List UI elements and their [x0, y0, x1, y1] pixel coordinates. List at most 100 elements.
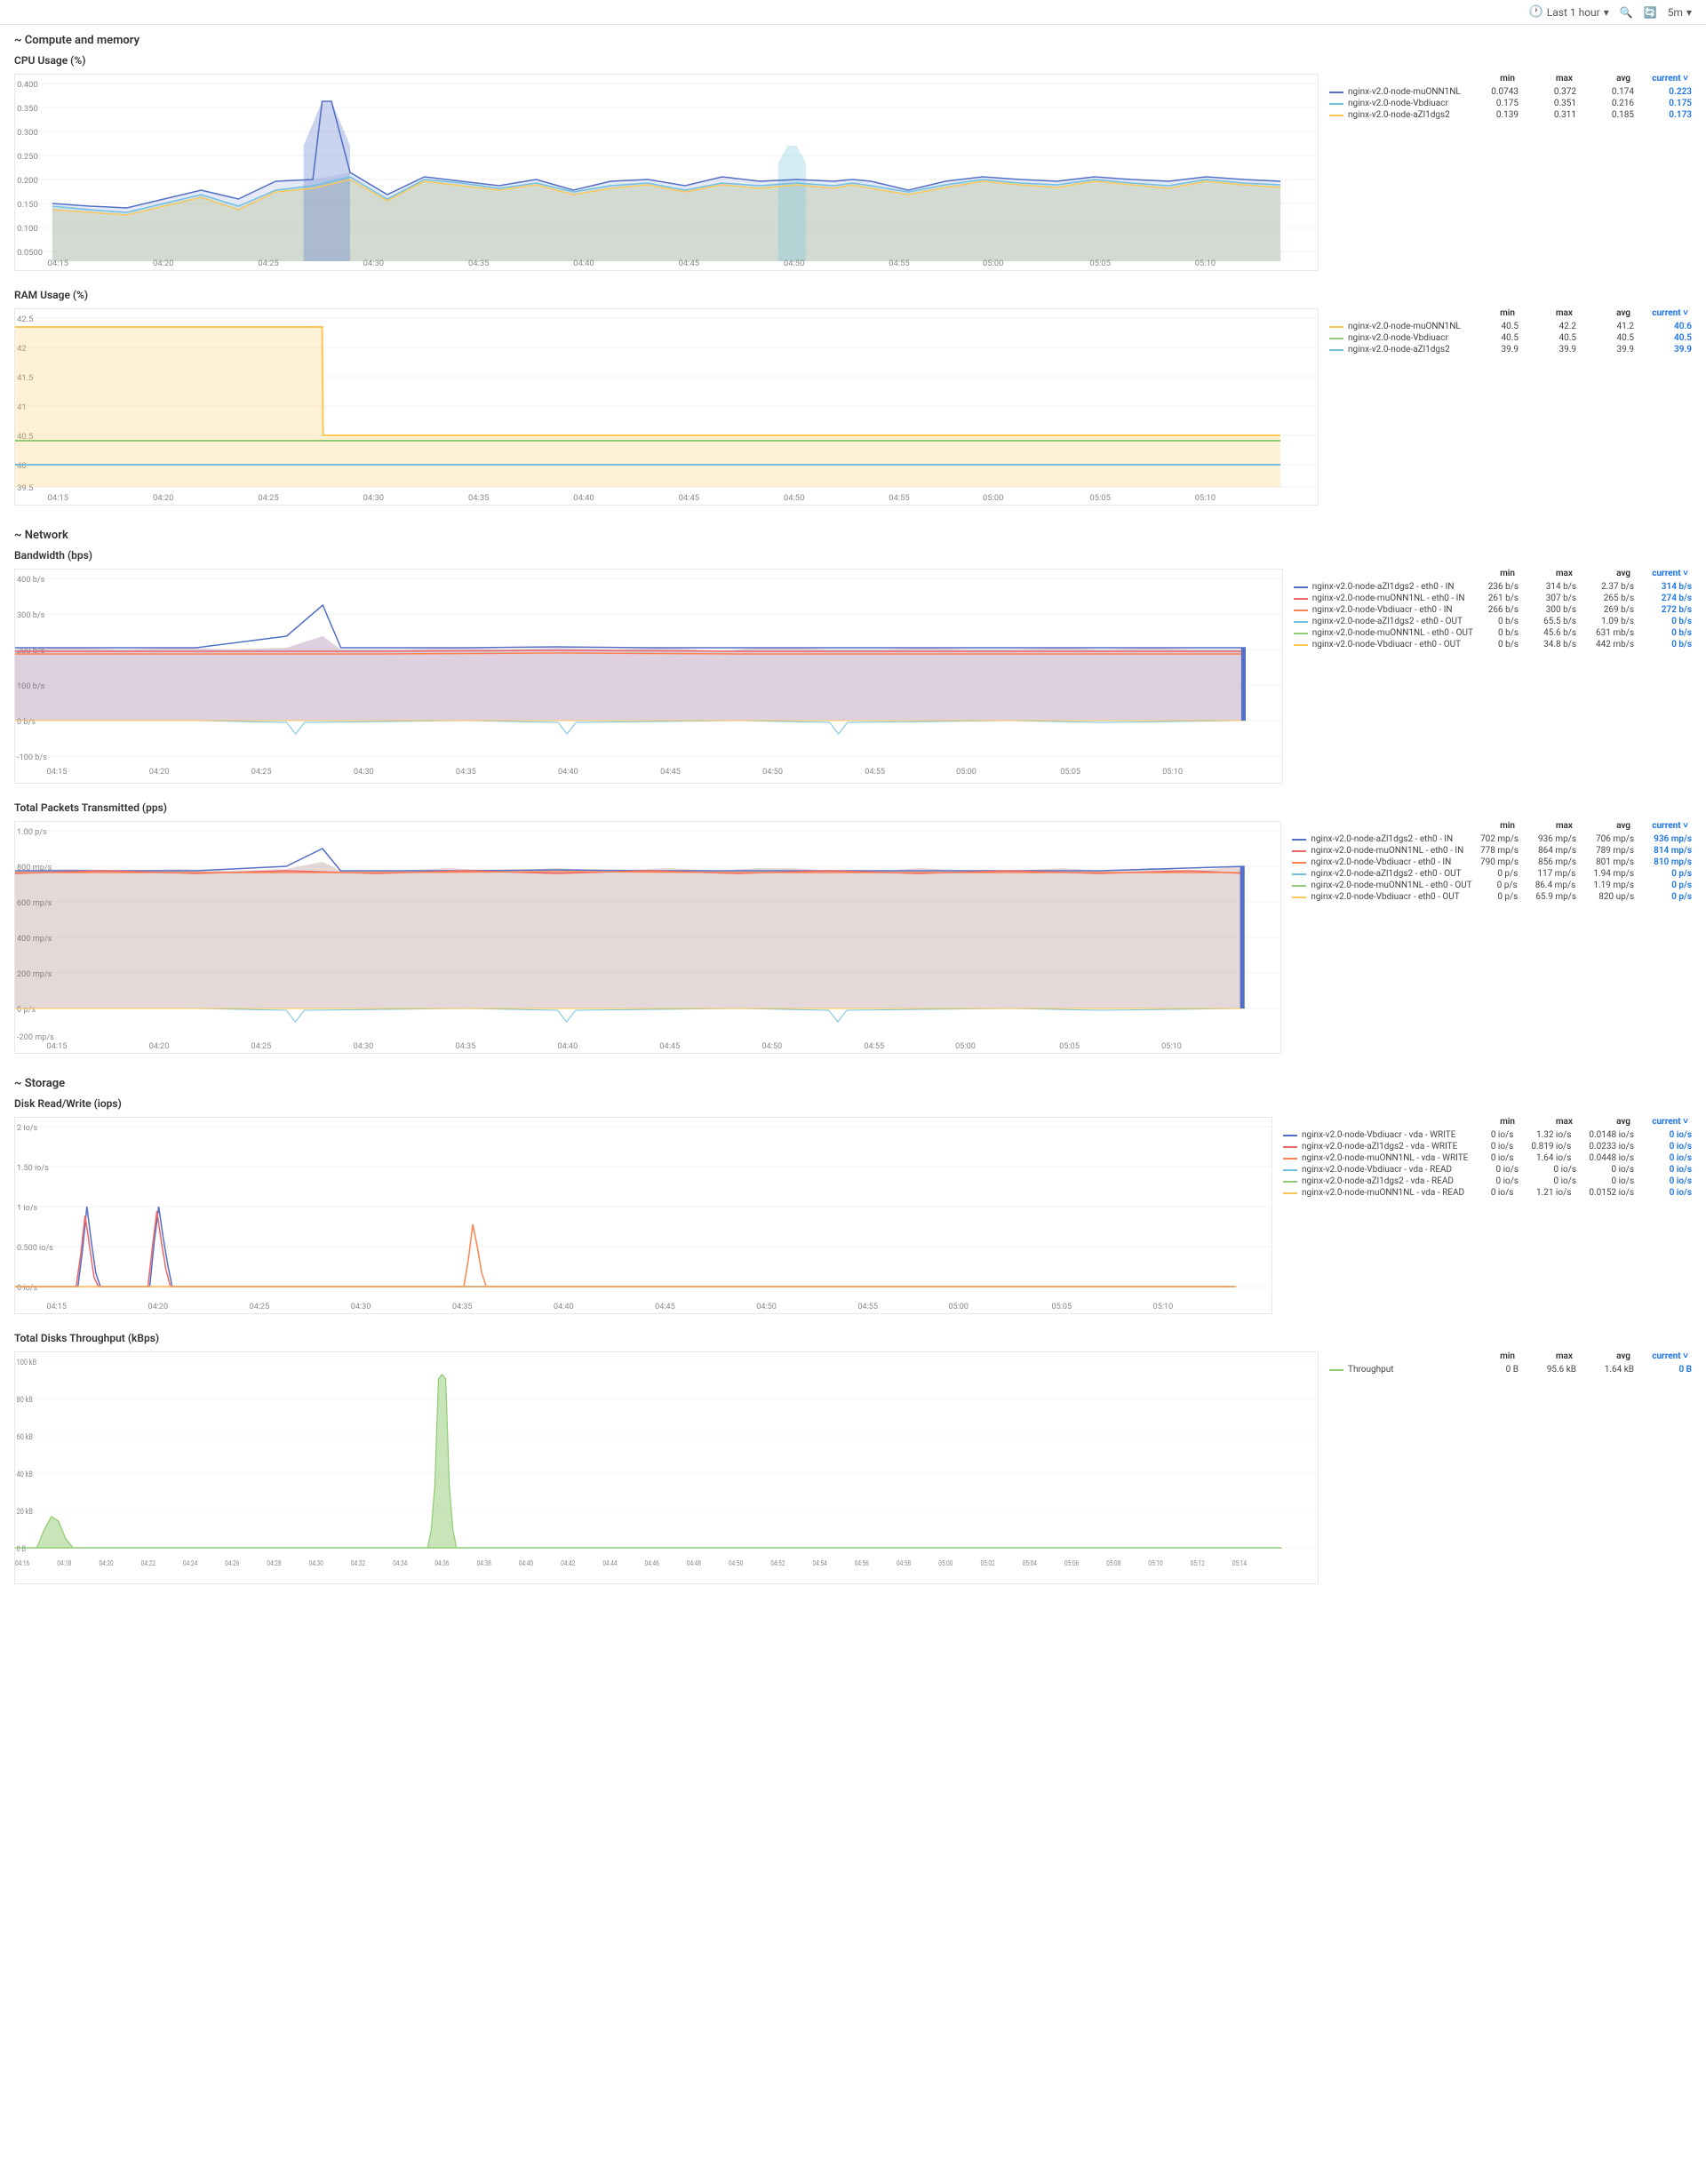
- disk-throughput-legend: min max avg current ˅ Throughput 0 B 95.…: [1319, 1351, 1692, 1584]
- bandwidth-legend: min max avg current ˅ nginx-v2.0-node-aZ…: [1283, 569, 1692, 784]
- svg-text:04:45: 04:45: [655, 1303, 675, 1311]
- svg-text:04:16: 04:16: [15, 1558, 29, 1567]
- ram-chart-container: RAM Usage (%) 42.5 42 41.5 41 40.5 40 39…: [0, 285, 1706, 520]
- svg-text:05:02: 05:02: [980, 1558, 994, 1567]
- cpu-legend-label-1: nginx-v2.0-node-Vbdiuacr: [1348, 99, 1448, 108]
- svg-text:40 kB: 40 kB: [17, 1470, 33, 1479]
- svg-text:05:05: 05:05: [1059, 1042, 1080, 1051]
- bandwidth-chart-container: Bandwidth (bps) 400 b/s 300 b/s 200 b/s …: [0, 546, 1706, 798]
- clock-icon: 🕐: [1529, 5, 1543, 19]
- svg-text:2 io/s: 2 io/s: [17, 1124, 38, 1133]
- svg-text:05:00: 05:00: [983, 493, 1003, 503]
- bandwidth-chart-title: Bandwidth (bps): [14, 549, 1692, 562]
- svg-text:04:36: 04:36: [434, 1558, 449, 1567]
- svg-text:0.300: 0.300: [17, 128, 38, 138]
- svg-text:05:04: 05:04: [1023, 1558, 1037, 1567]
- svg-text:05:10: 05:10: [1195, 259, 1216, 268]
- svg-text:04:50: 04:50: [729, 1558, 743, 1567]
- svg-text:04:45: 04:45: [659, 1042, 680, 1051]
- svg-text:400 b/s: 400 b/s: [17, 576, 45, 585]
- packets-legend-item-3: nginx-v2.0-node-aZl1dgs2 - eth0 - OUT 0 …: [1292, 869, 1692, 879]
- cpu-legend-label-0: nginx-v2.0-node-muONN1NL: [1348, 87, 1461, 97]
- svg-text:04:52: 04:52: [770, 1558, 785, 1567]
- search-icon: 🔍: [1620, 6, 1633, 19]
- time-range-selector[interactable]: 🕐 Last 1 hour ▾: [1529, 5, 1609, 19]
- svg-text:04:18: 04:18: [57, 1558, 71, 1567]
- svg-text:05:12: 05:12: [1191, 1558, 1205, 1567]
- svg-text:04:25: 04:25: [258, 259, 278, 268]
- ram-legend: min max avg current ˅ nginx-v2.0-node-mu…: [1319, 308, 1692, 506]
- cpu-legend-color-0: [1329, 92, 1343, 93]
- bandwidth-legend-item-3: nginx-v2.0-node-aZl1dgs2 - eth0 - OUT 0 …: [1294, 617, 1692, 626]
- bandwidth-legend-item-4: nginx-v2.0-node-muONN1NL - eth0 - OUT 0 …: [1294, 628, 1692, 638]
- svg-text:04:50: 04:50: [784, 259, 804, 268]
- svg-text:04:45: 04:45: [660, 768, 681, 777]
- svg-text:80 kB: 80 kB: [17, 1395, 33, 1405]
- interval-label: 5m: [1668, 6, 1683, 19]
- svg-text:04:15: 04:15: [47, 1042, 68, 1051]
- refresh-button[interactable]: 🔄: [1644, 6, 1657, 19]
- svg-text:04:15: 04:15: [48, 259, 68, 268]
- svg-text:1 io/s: 1 io/s: [17, 1204, 38, 1213]
- svg-text:04:40: 04:40: [558, 768, 578, 777]
- packets-legend-item-0: nginx-v2.0-node-aZl1dgs2 - eth0 - IN 702…: [1292, 834, 1692, 844]
- cpu-legend-header: min max avg current ˅: [1329, 74, 1692, 84]
- svg-text:0 io/s: 0 io/s: [17, 1284, 38, 1293]
- packets-legend: min max avg current ˅ nginx-v2.0-node-aZ…: [1281, 821, 1692, 1054]
- ram-legend-label-0: nginx-v2.0-node-muONN1NL: [1348, 322, 1461, 331]
- svg-text:05:14: 05:14: [1232, 1558, 1247, 1567]
- disk-io-legend-item-0: nginx-v2.0-node-Vbdiuacr - vda - WRITE 0…: [1283, 1130, 1692, 1140]
- svg-text:1.50 io/s: 1.50 io/s: [17, 1164, 49, 1173]
- disk-io-legend-item-1: nginx-v2.0-node-aZl1dgs2 - vda - WRITE 0…: [1283, 1142, 1692, 1152]
- bandwidth-svg: 400 b/s 300 b/s 200 b/s 100 b/s 0 b/s -1…: [15, 570, 1282, 783]
- cpu-legend-item-2: nginx-v2.0-node-aZl1dgs2 0.139 0.311 0.1…: [1329, 110, 1692, 120]
- svg-text:05:10: 05:10: [1161, 1042, 1182, 1051]
- packets-chart-title: Total Packets Transmitted (pps): [14, 801, 1692, 814]
- search-button[interactable]: 🔍: [1620, 6, 1633, 19]
- bandwidth-chart-area: 400 b/s 300 b/s 200 b/s 100 b/s 0 b/s -1…: [14, 569, 1692, 784]
- svg-text:04:55: 04:55: [889, 493, 909, 503]
- disk-io-chart-area: 2 io/s 1.50 io/s 1 io/s 0.500 io/s 0 io/…: [14, 1117, 1692, 1314]
- disk-io-legend-item-3: nginx-v2.0-node-Vbdiuacr - vda - READ 0 …: [1283, 1165, 1692, 1175]
- cpu-legend-color-1: [1329, 103, 1343, 105]
- top-bar: 🕐 Last 1 hour ▾ 🔍 🔄 5m ▾: [0, 0, 1706, 25]
- cpu-chart-title: CPU Usage (%): [14, 54, 1692, 67]
- svg-text:04:34: 04:34: [393, 1558, 407, 1567]
- storage-section-header[interactable]: ~ Storage: [0, 1068, 1706, 1094]
- ram-legend-color-2: [1329, 349, 1343, 351]
- ram-legend-color-1: [1329, 338, 1343, 339]
- svg-text:04:25: 04:25: [250, 1303, 270, 1311]
- ram-svg: 42.5 42 41.5 41 40.5 40 39.5 04:15 04:20…: [15, 309, 1318, 505]
- svg-text:0.250: 0.250: [17, 152, 38, 162]
- svg-text:04:30: 04:30: [309, 1558, 323, 1567]
- ram-legend-color-0: [1329, 326, 1343, 328]
- disk-throughput-legend-item-0: Throughput 0 B 95.6 kB 1.64 kB 0 B: [1329, 1365, 1692, 1375]
- svg-text:05:00: 05:00: [955, 1042, 976, 1051]
- svg-text:04:50: 04:50: [756, 1303, 777, 1311]
- interval-selector[interactable]: 5m ▾: [1668, 6, 1692, 19]
- compute-section-header[interactable]: ~ Compute and memory: [0, 25, 1706, 51]
- disk-throughput-legend-header: min max avg current ˅: [1329, 1351, 1692, 1361]
- svg-text:04:20: 04:20: [149, 1042, 170, 1051]
- svg-text:04:55: 04:55: [857, 1303, 878, 1311]
- svg-text:05:00: 05:00: [938, 1558, 953, 1567]
- svg-text:04:35: 04:35: [456, 768, 476, 777]
- svg-text:100 kB: 100 kB: [17, 1358, 36, 1367]
- svg-text:04:38: 04:38: [477, 1558, 491, 1567]
- disk-throughput-svg-wrapper: 100 kB 80 kB 60 kB 40 kB 20 kB 0 B 04:16…: [14, 1351, 1319, 1584]
- disk-io-legend-header: min max avg current ˅: [1283, 1117, 1692, 1127]
- svg-text:04:42: 04:42: [561, 1558, 575, 1567]
- svg-text:05:10: 05:10: [1153, 1303, 1174, 1311]
- svg-text:05:00: 05:00: [983, 259, 1003, 268]
- storage-title: ~ Storage: [14, 1077, 65, 1090]
- svg-text:0.350: 0.350: [17, 104, 38, 114]
- disk-io-chart-title: Disk Read/Write (iops): [14, 1097, 1692, 1110]
- refresh-icon: 🔄: [1644, 6, 1657, 19]
- bandwidth-legend-item-5: nginx-v2.0-node-Vbdiuacr - eth0 - OUT 0 …: [1294, 640, 1692, 650]
- svg-text:04:20: 04:20: [149, 768, 170, 777]
- network-section-header[interactable]: ~ Network: [0, 520, 1706, 546]
- svg-text:300 b/s: 300 b/s: [17, 611, 45, 620]
- bandwidth-legend-item-0: nginx-v2.0-node-aZl1dgs2 - eth0 - IN 236…: [1294, 582, 1692, 592]
- svg-text:04:40: 04:40: [573, 259, 594, 268]
- svg-text:04:55: 04:55: [889, 259, 909, 268]
